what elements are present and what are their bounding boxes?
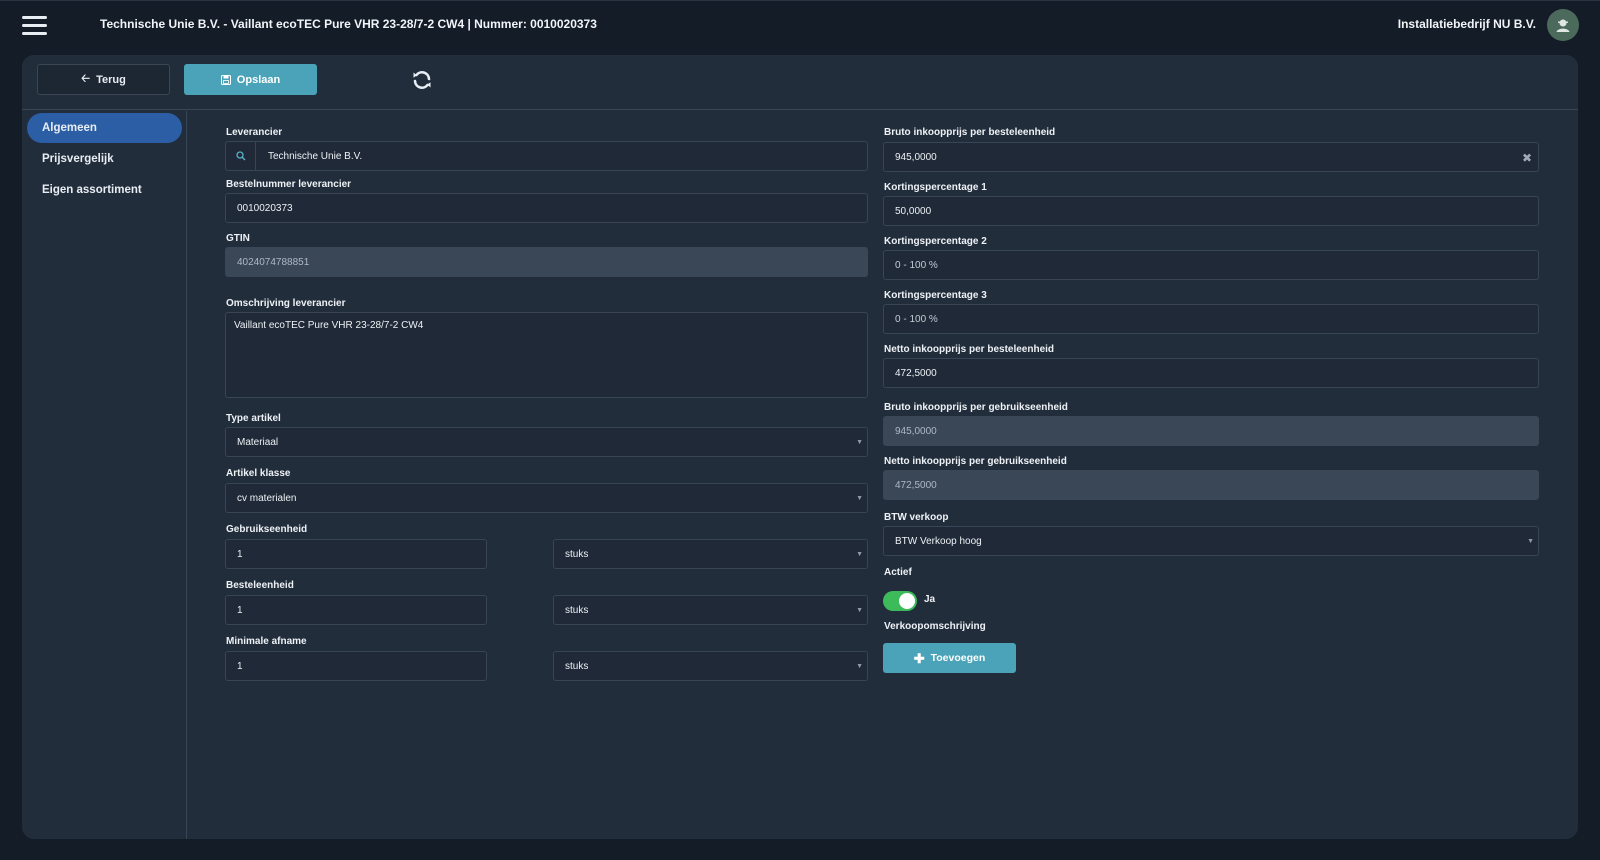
bestelnummer-input[interactable]: 0010020373 <box>225 193 868 223</box>
bestelnummer-label: Bestelnummer leverancier <box>226 179 352 190</box>
artikel-klasse-select[interactable]: cv materialen ▼ <box>225 483 868 513</box>
toolbar: 🡠 Terug Opslaan <box>22 55 1578 110</box>
main-card: 🡠 Terug Opslaan Algemeen Prijsvergelijk … <box>22 55 1578 839</box>
close-icon[interactable]: ✖ <box>1522 151 1532 165</box>
actief-value-label: Ja <box>924 594 936 605</box>
gebruikseenheid-unit-select[interactable]: stuks ▼ <box>553 539 868 569</box>
omschrijving-textarea[interactable]: Vaillant ecoTEC Pure VHR 23-28/7-2 CW4 <box>225 312 868 398</box>
btw-select[interactable]: BTW Verkoop hoog ▼ <box>883 526 1539 556</box>
plus-icon: ✚ <box>913 650 925 666</box>
page-title: Technische Unie B.V. - Vaillant ecoTEC P… <box>100 17 597 31</box>
side-nav: Algemeen Prijsvergelijk Eigen assortimen… <box>22 111 187 839</box>
chevron-down-icon: ▼ <box>856 551 863 558</box>
leverancier-input[interactable]: Technische Unie B.V. <box>225 141 868 171</box>
btw-value: BTW Verkoop hoog <box>895 535 982 547</box>
gebruikseenheid-input[interactable]: 1 <box>225 539 487 569</box>
minimale-afname-input[interactable]: 1 <box>225 651 487 681</box>
search-icon[interactable] <box>226 142 256 170</box>
back-button[interactable]: 🡠 Terug <box>37 64 170 95</box>
sidebar-item-prijsvergelijk[interactable]: Prijsvergelijk <box>27 144 182 174</box>
netto-gebr-label: Netto inkoopprijs per gebruikseenheid <box>884 456 1067 467</box>
user-icon <box>1556 19 1570 32</box>
bruto-best-input[interactable]: 945,0000 ✖ <box>883 142 1539 172</box>
chevron-down-icon: ▼ <box>856 663 863 670</box>
chevron-down-icon: ▼ <box>856 439 863 446</box>
korting1-input[interactable]: 50,0000 <box>883 196 1539 226</box>
artikel-klasse-value: cv materialen <box>237 492 297 504</box>
korting2-label: Kortingspercentage 2 <box>884 236 987 247</box>
sidebar-item-eigen-assortiment[interactable]: Eigen assortiment <box>27 175 182 205</box>
company-name: Installatiebedrijf NU B.V. <box>1397 17 1536 31</box>
sidebar-item-algemeen[interactable]: Algemeen <box>27 113 182 143</box>
bruto-best-value: 945,0000 <box>895 151 937 163</box>
chevron-down-icon: ▼ <box>1527 538 1534 545</box>
refresh-button[interactable] <box>410 68 434 92</box>
type-artikel-value: Materiaal <box>237 436 279 448</box>
besteleenheid-unit-select[interactable]: stuks ▼ <box>553 595 868 625</box>
korting2-input[interactable]: 0 - 100 % <box>883 250 1539 280</box>
korting3-label: Kortingspercentage 3 <box>884 290 987 301</box>
menu-icon[interactable] <box>22 16 47 35</box>
korting1-label: Kortingspercentage 1 <box>884 182 987 193</box>
bruto-gebr-input: 945,0000 <box>883 416 1539 446</box>
top-bar: Technische Unie B.V. - Vaillant ecoTEC P… <box>0 0 1600 48</box>
gtin-input: 4024074788851 <box>225 247 868 277</box>
gebruikseenheid-unit-value: stuks <box>565 548 589 560</box>
artikel-klasse-label: Artikel klasse <box>226 468 291 479</box>
omschrijving-label: Omschrijving leverancier <box>226 298 346 309</box>
arrow-left-icon: 🡠 <box>81 73 91 85</box>
add-button-label: Toevoegen <box>930 652 986 664</box>
leverancier-label: Leverancier <box>226 127 283 138</box>
chevron-down-icon: ▼ <box>856 607 863 614</box>
add-verkoopomschrijving-button[interactable]: ✚ Toevoegen <box>883 643 1016 673</box>
gtin-label: GTIN <box>226 233 250 244</box>
save-button-label: Opslaan <box>236 73 281 86</box>
korting3-input[interactable]: 0 - 100 % <box>883 304 1539 334</box>
btw-label: BTW verkoop <box>884 512 949 523</box>
gebruikseenheid-label: Gebruikseenheid <box>226 524 308 535</box>
bruto-gebr-label: Bruto inkoopprijs per gebruikseenheid <box>884 402 1068 413</box>
type-artikel-label: Type artikel <box>226 413 281 424</box>
back-button-label: Terug <box>96 73 126 86</box>
bruto-best-label: Bruto inkoopprijs per besteleenheid <box>884 127 1056 138</box>
type-artikel-select[interactable]: Materiaal ▼ <box>225 427 868 457</box>
toggle-knob <box>899 593 915 609</box>
minimale-afname-unit-value: stuks <box>565 660 589 672</box>
minimale-afname-label: Minimale afname <box>226 636 307 647</box>
leverancier-value: Technische Unie B.V. <box>268 150 363 162</box>
verkoop-label: Verkoopomschrijving <box>884 621 986 632</box>
besteleenheid-input[interactable]: 1 <box>225 595 487 625</box>
chevron-down-icon: ▼ <box>856 495 863 502</box>
avatar[interactable] <box>1547 9 1579 41</box>
minimale-afname-unit-select[interactable]: stuks ▼ <box>553 651 868 681</box>
besteleenheid-label: Besteleenheid <box>226 580 294 591</box>
save-button[interactable]: Opslaan <box>184 64 317 95</box>
netto-best-label: Netto inkoopprijs per besteleenheid <box>884 344 1055 355</box>
actief-toggle[interactable] <box>883 591 917 611</box>
refresh-icon <box>413 71 431 89</box>
floppy-icon <box>220 74 231 85</box>
besteleenheid-unit-value: stuks <box>565 604 589 616</box>
actief-label: Actief <box>884 567 912 578</box>
netto-best-input[interactable]: 472,5000 <box>883 358 1539 388</box>
netto-gebr-input: 472,5000 <box>883 470 1539 500</box>
